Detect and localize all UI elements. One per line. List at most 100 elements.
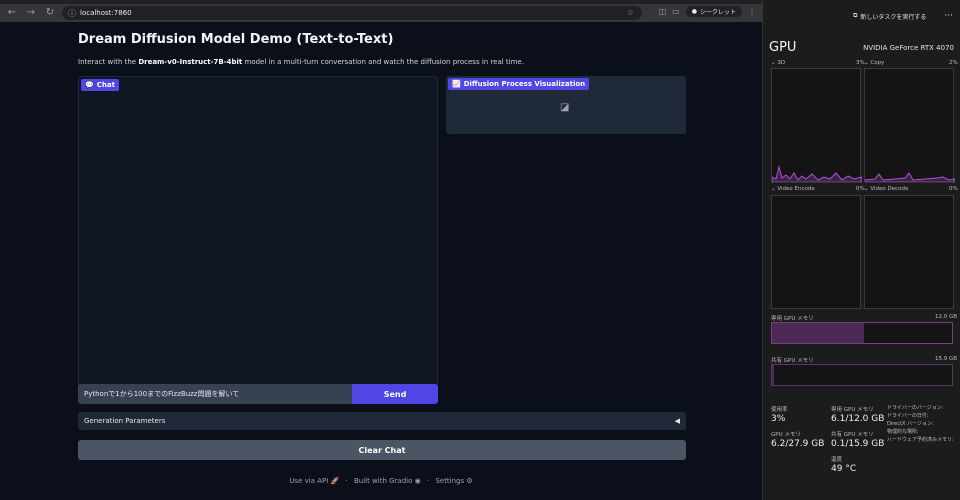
graph-3d-name: 3D [777,60,786,66]
page-subtitle: Interact with the Dream-v0-Instruct-7B-4… [78,58,524,66]
forward-icon[interactable]: → [24,6,38,20]
stat-usage: 使用率 3% [771,405,788,424]
built-with-gradio-link[interactable]: Built with Gradio ◉ [354,477,421,485]
stat-gpu-mem: GPU メモリ 6.2/27.9 GB [771,430,824,449]
graph-video-encode [771,195,861,309]
sidepanel-icon[interactable]: ▭ [672,7,680,16]
shared-mem-label: 共有 GPU メモリ [771,358,814,364]
gpu-title: GPU [769,40,797,55]
graph-video-decode [864,195,954,309]
graph-3d-line [772,165,862,183]
address-bar[interactable]: ⓘ localhost:7860 ☆ [62,6,642,20]
graph-copy-line [865,172,955,183]
incognito-icon: ● [691,8,697,15]
stat-dedicated-value: 6.1/12.0 GB [831,414,885,424]
graph-label-copy: ⌄ Copy [864,60,885,66]
chat-label-badge: 💬 Chat [81,79,119,91]
gradio-page: Dream Diffusion Model Demo (Text-to-Text… [0,22,762,500]
footer-separator: · [426,477,430,485]
side-label-3: 物理的な場所: [887,429,919,435]
stat-temp-value: 49 °C [831,464,857,474]
url-text: localhost:7860 [80,9,132,17]
shared-mem-bar [771,364,953,386]
browser-window: ← → ↻ ⓘ localhost:7860 ☆ ◫ ▭ ● シークレット ⋮ … [0,0,762,500]
new-task-label: 新しいタスクを実行する [860,13,927,21]
stat-usage-key: 使用率 [771,407,788,413]
browser-toolbar: ← → ↻ ⓘ localhost:7860 ☆ ◫ ▭ ● シークレット ⋮ [0,4,762,22]
stat-usage-value: 3% [771,414,786,424]
stat-temp: 温度 49 °C [831,455,856,474]
stat-shared-value: 0.1/15.9 GB [831,439,885,449]
dedicated-mem-max: 12.0 GB [935,314,958,320]
caret-left-icon: ◀ [674,417,680,425]
viz-label: Diffusion Process Visualization [463,80,586,88]
extension-icon[interactable]: ◫ [659,7,667,16]
new-task-icon: ⧉ [853,12,858,19]
built-text: Built with Gradio [353,477,413,485]
gpu-name: NVIDIA GeForce RTX 4070 [863,44,954,52]
subtitle-text: Interact with the [78,58,139,66]
graph-label-video-encode: ⌄ Video Encode [771,186,815,192]
use-api-link[interactable]: Use via API 🚀 [289,477,339,485]
dedicated-mem-bar [771,322,953,344]
side-label-0: ドライバーのバージョン: [887,405,944,411]
subtitle-model: Dream-v0-Instruct-7B-4bit [138,58,243,66]
gear-icon: ⚙ [466,477,473,485]
clear-chat-button[interactable]: Clear Chat [78,440,686,460]
message-input-row: Send [78,384,438,404]
shared-mem-fill [772,365,774,385]
stat-shared-key: 共有 GPU メモリ [831,432,874,438]
graph-pct-video-decode: 0% [949,186,958,192]
image-placeholder-icon: ◪ [560,102,570,113]
more-options-icon[interactable]: ··· [944,11,953,21]
menu-dots-icon[interactable]: ⋮ [748,7,756,16]
graph-label-3d: ⌄ 3D [771,60,786,66]
stat-gpu-mem-key: GPU メモリ [771,432,801,438]
subtitle-text-end: model in a multi-turn conversation and w… [242,58,524,66]
message-input[interactable] [78,384,352,404]
settings-text: Settings [435,477,465,485]
stat-shared: 共有 GPU メモリ 0.1/15.9 GB [831,430,884,449]
footer-separator: · [345,477,348,485]
gradio-logo-icon: ◉ [414,477,421,485]
stat-gpu-mem-value: 6.2/27.9 GB [771,439,825,449]
api-text: Use via API [289,477,329,485]
viz-label-badge: 📈 Diffusion Process Visualization [448,78,590,90]
send-button[interactable]: Send [352,384,438,404]
dedicated-mem-fill [772,323,864,343]
page-title: Dream Diffusion Model Demo (Text-to-Text… [78,32,394,47]
stat-temp-key: 温度 [831,457,843,463]
footer: Use via API 🚀 · Built with Gradio ◉ · Se… [0,477,762,485]
settings-link[interactable]: Settings ⚙ [435,477,472,485]
incognito-label: シークレット [699,9,736,16]
task-manager-gpu-panel: ⧉ 新しいタスクを実行する ··· GPU NVIDIA GeForce RTX… [762,0,960,500]
generation-parameters-accordion[interactable]: Generation Parameters ◀ [78,412,686,430]
graph-decode-name: Video Decode [870,186,909,192]
chat-bubble-icon: 💬 [85,81,94,89]
run-new-task-button[interactable]: ⧉ 新しいタスクを実行する [853,12,926,21]
graph-label-video-decode: ⌄ Video Decode [864,186,909,192]
incognito-badge[interactable]: ● シークレット [685,6,742,17]
chat-panel: 💬 Chat [78,76,438,396]
task-manager-header: ⧉ 新しいタスクを実行する ··· [763,8,960,24]
star-icon[interactable]: ☆ [627,8,634,17]
shared-mem-max: 15.9 GB [935,356,958,362]
chat-label: Chat [96,81,115,89]
side-label-2: DirectX バージョン: [887,421,934,427]
graph-3d [771,68,862,183]
side-label-4: ハードウェア予約済みメモリ: [887,437,954,443]
graph-copy-name: Copy [870,60,885,66]
stat-dedicated-key: 専用 GPU メモリ [831,407,874,413]
chart-icon: 📈 [452,80,461,88]
back-icon[interactable]: ← [5,6,19,20]
graph-pct-copy: 2% [949,60,958,66]
rocket-icon: 🚀 [330,477,340,485]
reload-icon[interactable]: ↻ [43,6,57,20]
dedicated-mem-label: 専用 GPU メモリ [771,316,814,322]
stat-dedicated: 専用 GPU メモリ 6.1/12.0 GB [831,405,884,424]
diffusion-visualization-panel: 📈 Diffusion Process Visualization ◪ [446,76,686,134]
side-label-1: ドライバーの日付: [887,413,929,419]
accordion-label: Generation Parameters [84,417,166,425]
graph-copy [864,68,955,183]
info-icon[interactable]: ⓘ [68,8,78,19]
